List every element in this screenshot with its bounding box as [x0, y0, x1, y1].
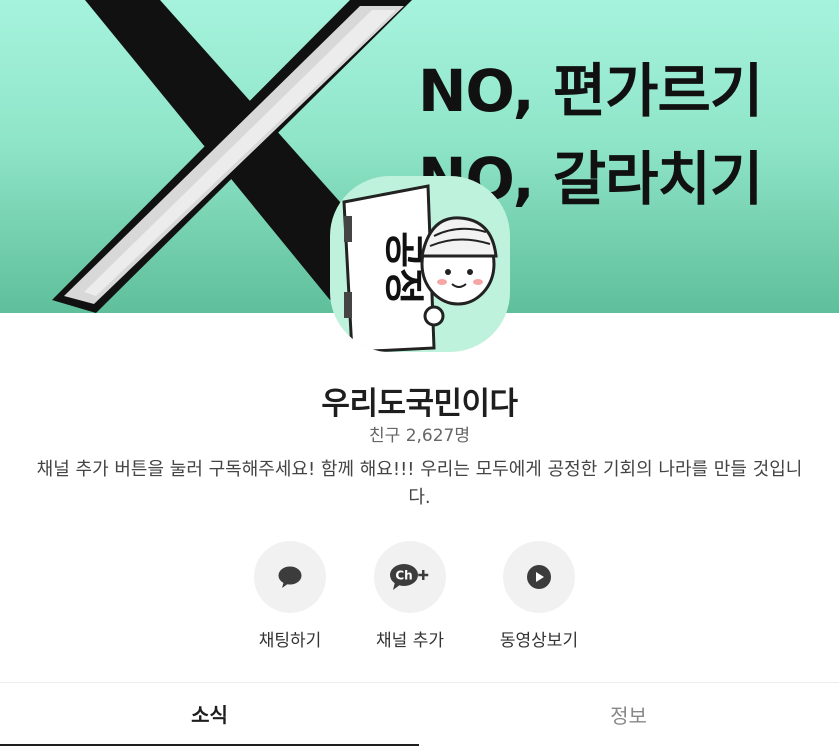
play-icon: [527, 565, 551, 589]
tab-info[interactable]: 정보: [419, 683, 838, 746]
action-buttons: 채팅하기 Ch 채널 추가 동영상보기: [0, 541, 839, 661]
tab-bar: 소식 정보: [0, 683, 839, 746]
channel-profile-image[interactable]: 공정: [330, 176, 510, 352]
watch-video-button[interactable]: 동영상보기: [484, 541, 594, 651]
channel-add-icon-text: Ch: [395, 569, 412, 583]
channel-description: 채널 추가 버튼을 눌러 구독해주세요! 함께 해요!!! 우리는 모두에게 공…: [36, 459, 803, 508]
add-channel-button-label: 채널 추가: [376, 631, 444, 651]
chat-bubble-icon: [278, 566, 302, 588]
add-channel-button-circle[interactable]: Ch: [374, 541, 446, 613]
watch-video-button-label: 동영상보기: [499, 631, 579, 651]
banner-slogan-1: NO, 편가르기: [418, 57, 763, 125]
friends-label: 친구: [369, 426, 401, 446]
chat-button-circle[interactable]: [254, 541, 326, 613]
chat-button-label: 채팅하기: [258, 631, 322, 651]
friends-number: 2,627명: [405, 426, 470, 446]
avatar-sign-text: 공정: [380, 231, 426, 305]
watch-video-button-circle[interactable]: [503, 541, 575, 613]
add-channel-button[interactable]: Ch 채널 추가: [355, 541, 465, 651]
tab-news[interactable]: 소식: [0, 683, 419, 746]
chat-button[interactable]: 채팅하기: [235, 541, 345, 651]
channel-add-icon: Ch: [390, 564, 429, 590]
friends-count: 친구 2,627명: [0, 421, 839, 446]
channel-name: 우리도국민이다: [321, 386, 518, 422]
